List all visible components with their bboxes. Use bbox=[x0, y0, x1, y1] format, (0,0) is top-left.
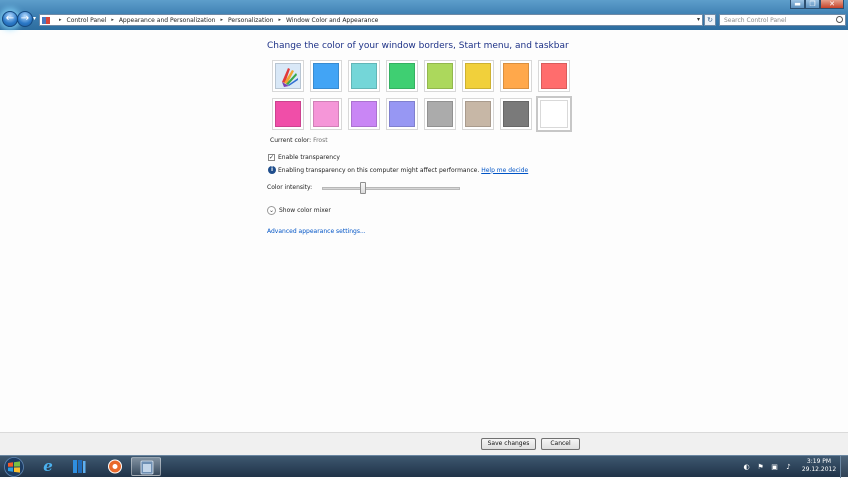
back-button[interactable]: ← bbox=[2, 11, 18, 27]
page-title: Change the color of your window borders,… bbox=[267, 41, 569, 51]
search-input[interactable]: Search Control Panel bbox=[719, 14, 846, 26]
swatch-fill bbox=[541, 63, 567, 89]
windows-logo-icon[interactable] bbox=[3, 457, 25, 477]
color-intensity-slider-thumb[interactable] bbox=[360, 182, 367, 194]
color-intensity-label: Color intensity: bbox=[267, 184, 313, 191]
color-swatch-twilight[interactable] bbox=[348, 60, 380, 92]
enable-transparency-checkbox[interactable]: ✓ bbox=[268, 154, 275, 161]
clock-time: 3:19 PM bbox=[806, 458, 832, 465]
file-explorer-icon[interactable] bbox=[64, 457, 94, 476]
info-icon: i bbox=[268, 166, 276, 174]
color-intensity-slider[interactable] bbox=[322, 187, 460, 190]
show-color-mixer-toggle[interactable]: ⌄ Show color mixer bbox=[267, 206, 331, 215]
swatch-fill bbox=[351, 63, 377, 89]
swatch-fill bbox=[503, 101, 529, 127]
color-swatch-lavender[interactable] bbox=[424, 98, 456, 130]
start-button[interactable] bbox=[3, 457, 25, 477]
control-panel-window-icon[interactable] bbox=[132, 458, 162, 477]
color-swatch-lime[interactable] bbox=[462, 60, 494, 92]
swatch-fill bbox=[465, 63, 491, 89]
help-me-decide-link[interactable]: Help me decide bbox=[481, 167, 528, 174]
address-bar[interactable]: ▸ Control Panel ▸ Appearance and Persona… bbox=[39, 14, 703, 26]
swatch-fill bbox=[275, 101, 301, 127]
search-icon[interactable] bbox=[836, 16, 843, 23]
minimize-button[interactable]: ▬ bbox=[790, 0, 805, 9]
address-dropdown-icon[interactable]: ▾ bbox=[697, 16, 700, 23]
color-swatch-frost[interactable] bbox=[536, 96, 572, 132]
network-icon[interactable]: ▣ bbox=[770, 463, 779, 472]
window-controls: ▬ ❐ ✕ bbox=[790, 0, 844, 9]
color-swatch-ruby[interactable] bbox=[272, 98, 304, 130]
media-player-icon[interactable] bbox=[100, 457, 130, 476]
show-desktop-button[interactable] bbox=[840, 456, 848, 478]
swatch-fill bbox=[313, 63, 339, 89]
breadcrumb-window-color[interactable]: Window Color and Appearance bbox=[286, 17, 378, 24]
clock[interactable]: 3:19 PM 29.12.2012 bbox=[800, 458, 838, 474]
color-swatch-sky[interactable] bbox=[310, 60, 342, 92]
swatch-fill bbox=[427, 63, 453, 89]
breadcrumb-separator-icon[interactable]: ▸ bbox=[220, 17, 223, 23]
recent-pages-dropdown[interactable]: ▾ bbox=[33, 15, 36, 22]
window-title-bar: ▬ ❐ ✕ ← → ▾ ▸ Control Panel ▸ Appearance… bbox=[0, 0, 848, 30]
current-color-value: Frost bbox=[313, 137, 328, 144]
taskbar-file-explorer[interactable] bbox=[64, 457, 94, 476]
swatch-fill bbox=[465, 101, 491, 127]
color-swatch-leaf[interactable] bbox=[424, 60, 456, 92]
swatch-fill bbox=[503, 63, 529, 89]
maximize-button[interactable]: ❐ bbox=[805, 0, 820, 9]
breadcrumb-separator-icon[interactable]: ▸ bbox=[111, 17, 114, 23]
swatch-fill bbox=[427, 101, 453, 127]
swatch-fill bbox=[351, 101, 377, 127]
taskbar-media-player[interactable] bbox=[100, 457, 130, 476]
breadcrumb-appearance[interactable]: Appearance and Personalization bbox=[119, 17, 216, 24]
chevron-down-icon[interactable]: ⌄ bbox=[267, 206, 276, 215]
volume-icon[interactable]: ♪ bbox=[784, 463, 793, 472]
transparency-info: i Enabling transparency on this computer… bbox=[268, 166, 528, 174]
swatch-fill bbox=[313, 101, 339, 127]
taskbar-internet-explorer[interactable]: e bbox=[33, 457, 63, 476]
transparency-info-text: Enabling transparency on this computer m… bbox=[278, 166, 480, 174]
taskbar-control-panel[interactable] bbox=[131, 457, 161, 476]
breadcrumb-control-panel[interactable]: Control Panel bbox=[67, 17, 107, 24]
internet-explorer-icon[interactable]: e bbox=[33, 457, 63, 476]
footer-bar: Save changes Cancel bbox=[0, 432, 848, 455]
color-swatch-violet[interactable] bbox=[386, 98, 418, 130]
swatch-fill bbox=[540, 100, 568, 128]
color-swatch-pumpkin[interactable] bbox=[538, 60, 570, 92]
breadcrumb-separator-icon[interactable]: ▸ bbox=[278, 17, 281, 23]
color-swatch-taupe[interactable] bbox=[462, 98, 494, 130]
clock-date: 29.12.2012 bbox=[801, 466, 837, 473]
color-swatch-sun[interactable] bbox=[500, 60, 532, 92]
system-tray: ◐ ⚑ ▣ ♪ bbox=[742, 456, 798, 478]
save-changes-button[interactable]: Save changes bbox=[481, 438, 536, 450]
advanced-appearance-link[interactable]: Advanced appearance settings... bbox=[267, 228, 366, 235]
control-panel-icon bbox=[42, 16, 50, 24]
swatch-fill bbox=[389, 101, 415, 127]
search-placeholder: Search Control Panel bbox=[724, 16, 787, 24]
refresh-button[interactable]: ↻ bbox=[704, 14, 716, 26]
swatch-fill bbox=[389, 63, 415, 89]
cancel-button[interactable]: Cancel bbox=[541, 438, 580, 450]
enable-transparency-label[interactable]: Enable transparency bbox=[278, 154, 340, 161]
current-color-label: Current color: bbox=[270, 137, 312, 144]
color-swatch-sea[interactable] bbox=[386, 60, 418, 92]
color-swatch-chocolate[interactable] bbox=[500, 98, 532, 130]
breadcrumb-separator-icon[interactable]: ▸ bbox=[59, 17, 62, 23]
close-button[interactable]: ✕ bbox=[820, 0, 844, 9]
enable-transparency-row[interactable]: ✓ Enable transparency bbox=[268, 154, 340, 161]
show-color-mixer-label[interactable]: Show color mixer bbox=[279, 207, 331, 214]
color-swatch-blush[interactable] bbox=[348, 98, 380, 130]
automatic-color-palette-icon bbox=[282, 68, 298, 87]
current-color-text: Current color: Frost bbox=[270, 137, 328, 144]
taskbar: e ◐ ⚑ ▣ ♪ 3:19 PM 29.12.2012 bbox=[0, 455, 848, 478]
color-swatch-automatic[interactable] bbox=[272, 60, 304, 92]
color-swatch-fuchsia[interactable] bbox=[310, 98, 342, 130]
breadcrumb-personalization[interactable]: Personalization bbox=[228, 17, 274, 24]
forward-button[interactable]: → bbox=[17, 11, 33, 27]
action-center-flag-icon[interactable]: ⚑ bbox=[756, 463, 765, 472]
swatch-fill bbox=[275, 63, 301, 89]
toggle-icon[interactable]: ◐ bbox=[742, 463, 751, 472]
